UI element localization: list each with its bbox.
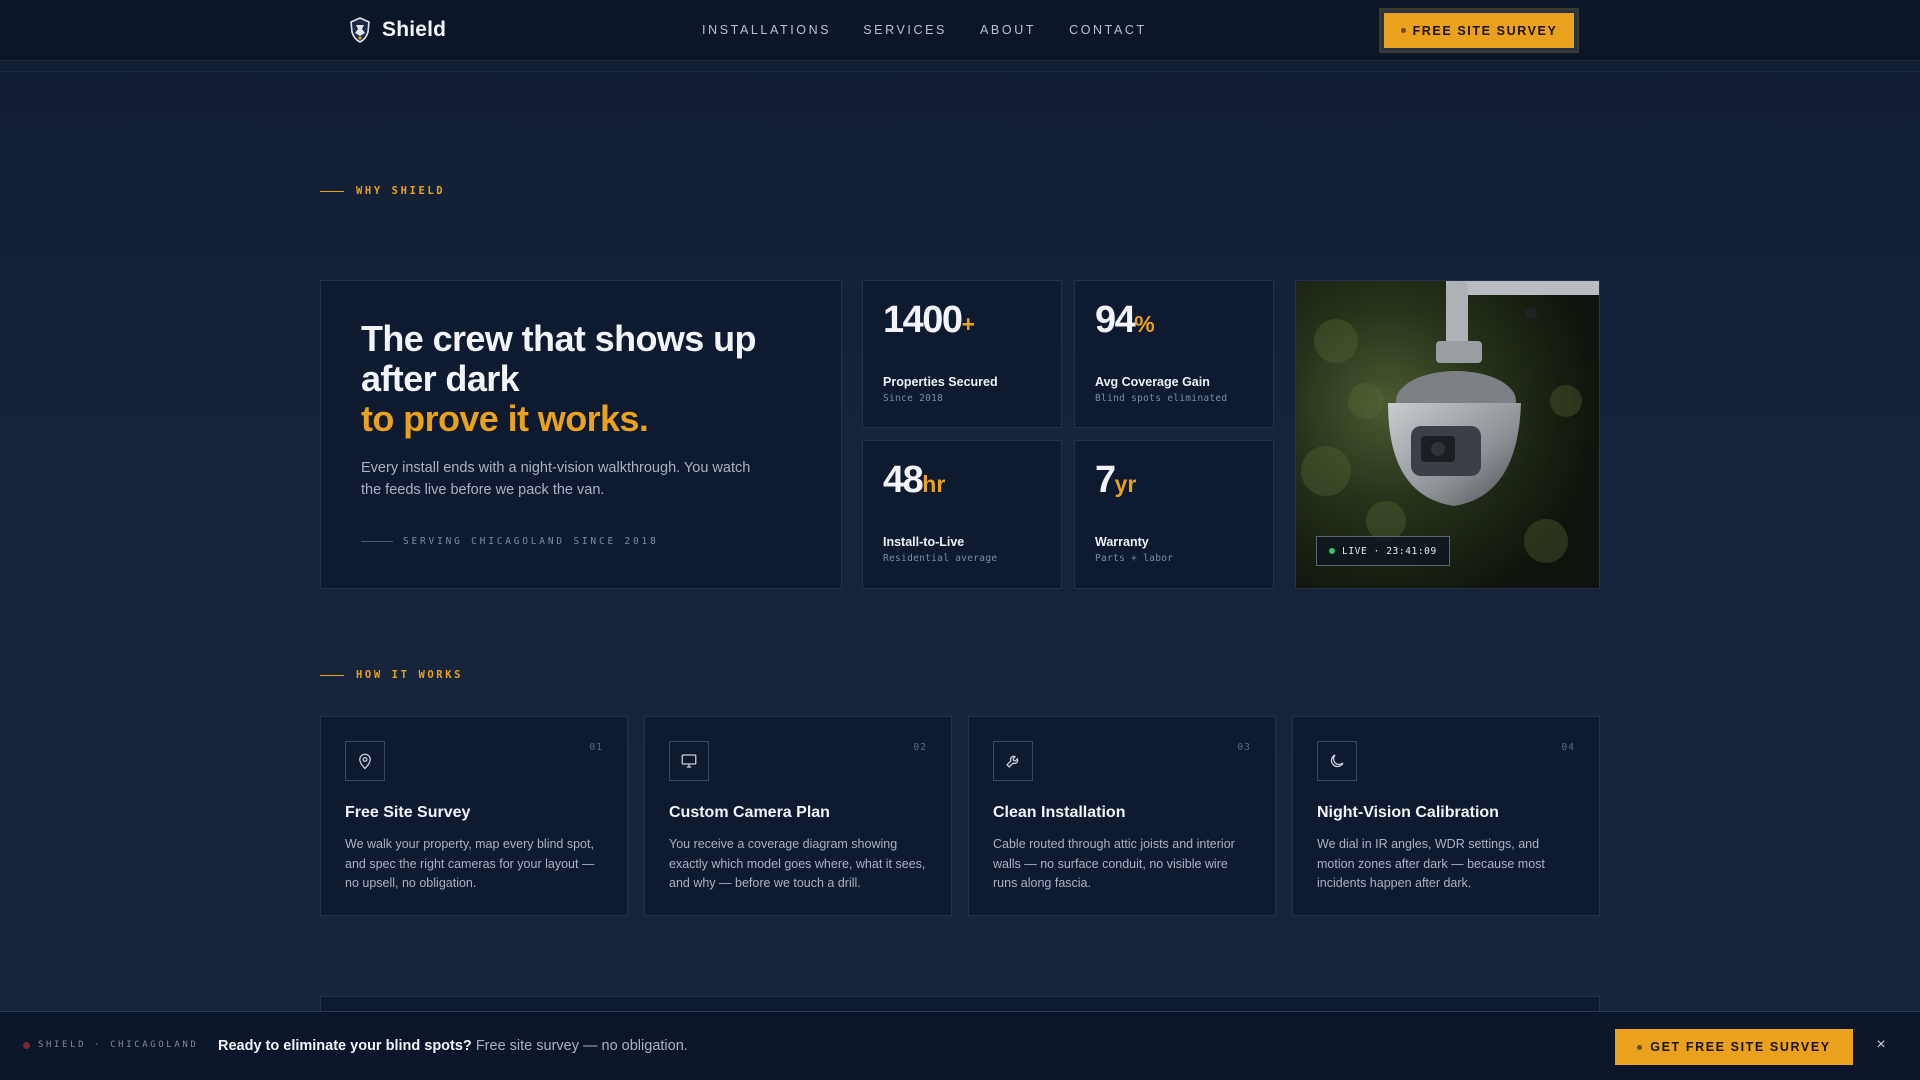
live-feed-time: LIVE · 23:41:09 — [1342, 545, 1437, 557]
monitor-icon — [669, 741, 709, 781]
bullet-dot-icon — [1400, 28, 1406, 33]
step-description: You receive a coverage diagram showing e… — [669, 837, 926, 890]
stat-value: 48hr — [883, 459, 945, 502]
brand-name: Shield — [382, 18, 447, 41]
stat-suffix: hr — [922, 471, 946, 497]
step-card: 01 Free Site Survey We walk your propert… — [320, 716, 628, 916]
footnote-text: SERVING CHICAGOLAND SINCE 2018 — [403, 536, 659, 547]
hero-title: The crew that shows up after dark to pro… — [361, 319, 781, 439]
bar-headline: Ready to eliminate your blind spots? — [218, 1038, 472, 1054]
stat-label: Avg Coverage Gain — [1095, 375, 1210, 389]
stat-sub: Since 2018 — [883, 393, 944, 404]
brand[interactable]: Shield — [348, 16, 446, 44]
map-pin-icon — [345, 741, 385, 781]
security-camera-photo: LIVE · 23:41:09 — [1295, 280, 1600, 589]
bar-message: Ready to eliminate your blind spots? Fre… — [218, 1038, 688, 1054]
stat-suffix: + — [961, 311, 975, 337]
header-divider — [0, 71, 1920, 72]
section-label-text: WHY SHIELD — [356, 185, 446, 197]
step-number: 03 — [1237, 742, 1251, 753]
status-dot-icon — [23, 1041, 30, 1049]
get-free-site-survey-button[interactable]: GET FREE SITE SURVEY — [1615, 1029, 1853, 1065]
get-free-site-survey-label: GET FREE SITE SURVEY — [1650, 1040, 1831, 1054]
step-title: Free Site Survey — [345, 804, 471, 821]
bar-brand: SHIELD · CHICAGOLAND — [23, 1040, 198, 1050]
step-description: We dial in IR angles, WDR settings, and … — [1317, 837, 1545, 890]
main-nav: INSTALLATIONS SERVICES ABOUT CONTACT — [702, 23, 1177, 37]
stat-card: 7yr Warranty Parts + labor — [1074, 440, 1274, 589]
step-card: 03 Clean Installation Cable routed throu… — [968, 716, 1276, 916]
step-card: 04 Night-Vision Calibration We dial in I… — [1292, 716, 1600, 916]
nav-installations[interactable]: INSTALLATIONS — [702, 23, 831, 37]
site-header: Shield INSTALLATIONS SERVICES ABOUT CONT… — [0, 0, 1920, 61]
free-site-survey-label: FREE SITE SURVEY — [1412, 23, 1558, 38]
hero-title-accent: to prove it works. — [361, 398, 649, 439]
stat-number: 7 — [1095, 459, 1116, 501]
stat-value: 94% — [1095, 299, 1155, 342]
bar-brand-text: SHIELD · CHICAGOLAND — [38, 1040, 199, 1050]
stat-label: Install-to-Live — [883, 535, 965, 549]
bar-subtext: Free site survey — no obligation. — [471, 1038, 688, 1054]
sticky-cta-bar: SHIELD · CHICAGOLAND Ready to eliminate … — [0, 1011, 1920, 1080]
live-indicator-icon — [1329, 548, 1335, 554]
hero-title-line1: The crew that shows up — [361, 318, 756, 359]
section-label-why: WHY SHIELD — [320, 185, 445, 197]
stat-value: 7yr — [1095, 459, 1136, 502]
nav-about[interactable]: ABOUT — [980, 23, 1036, 37]
stat-card: 48hr Install-to-Live Residential average — [862, 440, 1062, 589]
bullet-dot-icon — [1637, 1044, 1643, 1050]
stat-suffix: yr — [1114, 471, 1137, 497]
step-title: Custom Camera Plan — [669, 804, 830, 821]
step-card: 02 Custom Camera Plan You receive a cove… — [644, 716, 952, 916]
stat-value: 1400+ — [883, 299, 975, 342]
stat-label: Warranty — [1095, 535, 1149, 549]
live-feed-badge: LIVE · 23:41:09 — [1316, 536, 1450, 566]
step-number: 04 — [1561, 742, 1575, 753]
stat-sub: Parts + labor — [1095, 553, 1174, 564]
stat-number: 1400 — [883, 299, 963, 341]
stat-card: 94% Avg Coverage Gain Blind spots elimin… — [1074, 280, 1274, 428]
label-rule — [320, 190, 344, 192]
stat-number: 94 — [1095, 299, 1136, 341]
stat-suffix: % — [1134, 311, 1155, 337]
wrench-icon — [993, 741, 1033, 781]
stat-card: 1400+ Properties Secured Since 2018 — [862, 280, 1062, 428]
section-label-how: HOW IT WORKS — [320, 669, 463, 681]
footnote-rule — [361, 541, 393, 542]
hero-footnote: SERVING CHICAGOLAND SINCE 2018 — [361, 536, 659, 547]
stat-label: Properties Secured — [883, 375, 998, 389]
stat-sub: Residential average — [883, 553, 998, 564]
free-site-survey-button[interactable]: FREE SITE SURVEY — [1379, 8, 1579, 53]
moon-icon — [1317, 741, 1357, 781]
nav-contact[interactable]: CONTACT — [1069, 23, 1147, 37]
shield-logo-icon — [348, 16, 372, 44]
label-rule — [320, 674, 344, 676]
step-description: Cable routed through attic joists and in… — [993, 837, 1235, 890]
step-number: 01 — [589, 742, 603, 753]
step-description: We walk your property, map every blind s… — [345, 837, 595, 890]
step-title: Night-Vision Calibration — [1317, 804, 1499, 821]
step-title: Clean Installation — [993, 804, 1126, 821]
section-label-text: HOW IT WORKS — [356, 669, 464, 681]
step-number: 02 — [913, 742, 927, 753]
hero-card: The crew that shows up after dark to pro… — [320, 280, 842, 589]
stat-number: 48 — [883, 459, 924, 501]
hero-title-line2: after dark — [361, 358, 520, 399]
nav-services[interactable]: SERVICES — [863, 23, 947, 37]
close-icon[interactable]: × — [1872, 1036, 1890, 1054]
hero-description: Every install ends with a night-vision w… — [361, 460, 751, 498]
stat-sub: Blind spots eliminated — [1095, 393, 1228, 404]
